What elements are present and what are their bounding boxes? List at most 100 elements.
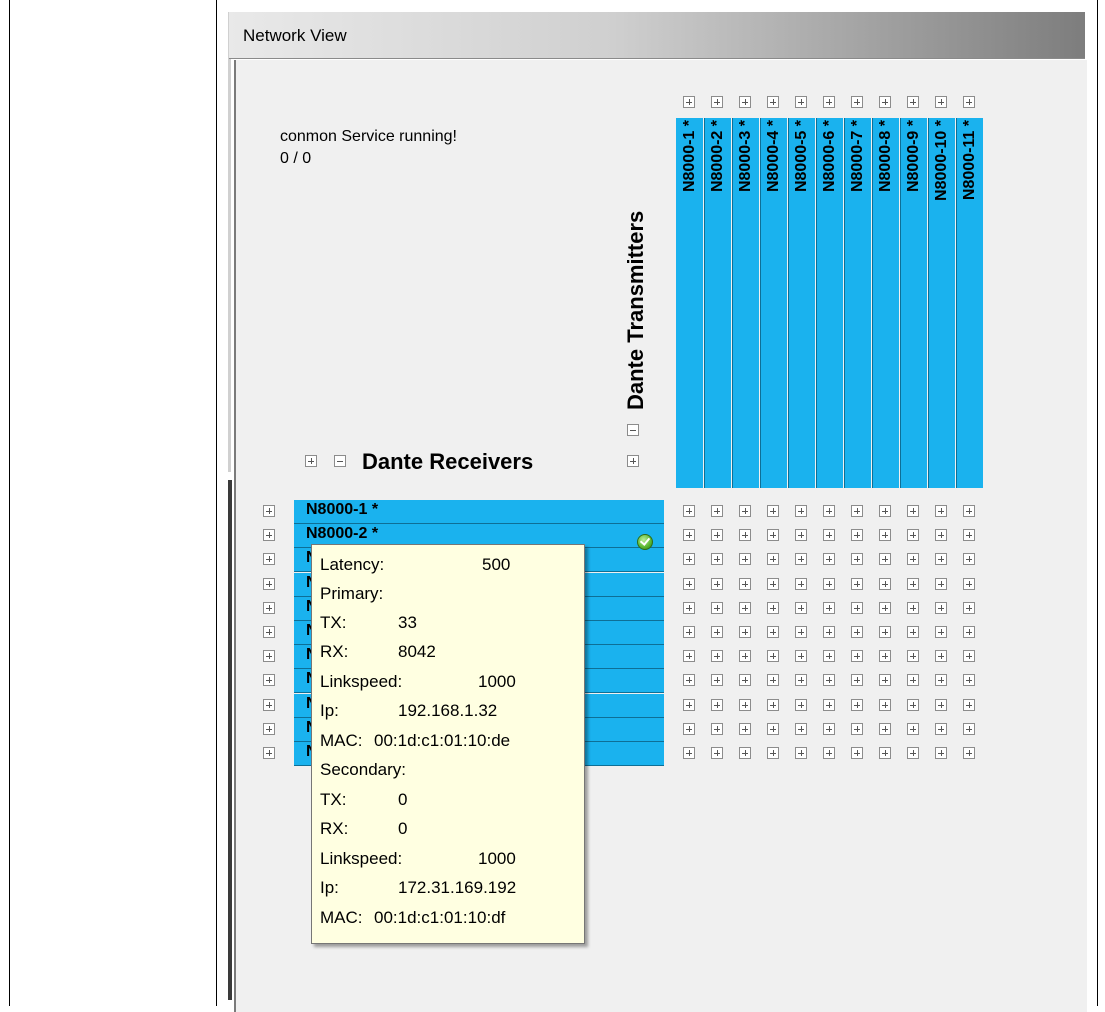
crosspoint-cell[interactable] <box>683 699 695 711</box>
crosspoint-cell[interactable] <box>795 578 807 590</box>
crosspoint-cell[interactable] <box>907 578 919 590</box>
crosspoint-cell[interactable] <box>935 699 947 711</box>
crosspoint-cell[interactable] <box>767 553 779 565</box>
tx-expand-icon[interactable] <box>879 96 891 108</box>
crosspoint-cell[interactable] <box>935 626 947 638</box>
crosspoint-cell[interactable] <box>879 723 891 735</box>
crosspoint-cell[interactable] <box>739 553 751 565</box>
crosspoint-cell[interactable] <box>851 505 863 517</box>
crosspoint-cell[interactable] <box>823 578 835 590</box>
crosspoint-cell[interactable] <box>711 505 723 517</box>
rx-expand-icon[interactable] <box>263 553 275 565</box>
crosspoint-cell[interactable] <box>907 626 919 638</box>
crosspoint-cell[interactable] <box>963 674 975 686</box>
crosspoint-cell[interactable] <box>907 602 919 614</box>
crosspoint-cell[interactable] <box>851 578 863 590</box>
crosspoint-cell[interactable] <box>907 650 919 662</box>
transmitter-column[interactable]: N8000-8 * <box>872 118 899 488</box>
crosspoint-cell[interactable] <box>683 650 695 662</box>
crosspoint-cell[interactable] <box>683 626 695 638</box>
tx-expand-icon[interactable] <box>739 96 751 108</box>
crosspoint-cell[interactable] <box>795 553 807 565</box>
crosspoint-cell[interactable] <box>795 674 807 686</box>
crosspoint-cell[interactable] <box>767 602 779 614</box>
crosspoint-cell[interactable] <box>963 723 975 735</box>
title-bar[interactable]: Network View <box>229 12 1085 59</box>
rx-expand-icon[interactable] <box>263 578 275 590</box>
crosspoint-cell[interactable] <box>879 699 891 711</box>
crosspoint-cell[interactable] <box>851 674 863 686</box>
crosspoint-cell[interactable] <box>963 578 975 590</box>
tx-expand-icon[interactable] <box>683 96 695 108</box>
crosspoint-cell[interactable] <box>767 723 779 735</box>
crosspoint-cell[interactable] <box>935 578 947 590</box>
crosspoint-cell[interactable] <box>767 505 779 517</box>
crosspoint-cell[interactable] <box>851 626 863 638</box>
receiver-row[interactable]: N8000-1 * <box>294 500 664 524</box>
crosspoint-cell[interactable] <box>907 674 919 686</box>
crosspoint-cell[interactable] <box>795 626 807 638</box>
crosspoint-cell[interactable] <box>823 747 835 759</box>
crosspoint-cell[interactable] <box>767 674 779 686</box>
receivers-collapse-icon[interactable] <box>334 455 346 467</box>
transmitter-column[interactable]: N8000-10 * <box>928 118 955 488</box>
crosspoint-cell[interactable] <box>963 747 975 759</box>
crosspoint-cell[interactable] <box>879 747 891 759</box>
crosspoint-cell[interactable] <box>907 505 919 517</box>
crosspoint-cell[interactable] <box>711 674 723 686</box>
crosspoint-cell[interactable] <box>795 602 807 614</box>
transmitter-column[interactable]: N8000-5 * <box>788 118 815 488</box>
crosspoint-cell[interactable] <box>935 650 947 662</box>
tx-expand-icon[interactable] <box>767 96 779 108</box>
tx-expand-icon[interactable] <box>935 96 947 108</box>
rx-expand-icon[interactable] <box>263 699 275 711</box>
crosspoint-cell[interactable] <box>823 529 835 541</box>
rx-expand-icon[interactable] <box>263 674 275 686</box>
crosspoint-cell[interactable] <box>683 723 695 735</box>
crosspoint-cell[interactable] <box>739 699 751 711</box>
crosspoint-cell[interactable] <box>851 723 863 735</box>
crosspoint-cell[interactable] <box>795 723 807 735</box>
transmitter-column[interactable]: N8000-7 * <box>844 118 871 488</box>
tx-expand-icon[interactable] <box>795 96 807 108</box>
crosspoint-cell[interactable] <box>711 626 723 638</box>
crosspoint-cell[interactable] <box>739 747 751 759</box>
crosspoint-cell[interactable] <box>935 529 947 541</box>
crosspoint-cell[interactable] <box>711 529 723 541</box>
tx-expand-icon[interactable] <box>711 96 723 108</box>
crosspoint-cell[interactable] <box>823 602 835 614</box>
crosspoint-cell[interactable] <box>879 529 891 541</box>
crosspoint-cell[interactable] <box>935 747 947 759</box>
crosspoint-cell[interactable] <box>683 578 695 590</box>
crosspoint-cell[interactable] <box>963 553 975 565</box>
crosspoint-cell[interactable] <box>795 505 807 517</box>
crosspoint-cell[interactable] <box>795 747 807 759</box>
crosspoint-cell[interactable] <box>879 602 891 614</box>
crosspoint-cell[interactable] <box>739 650 751 662</box>
crosspoint-cell[interactable] <box>851 699 863 711</box>
crosspoint-cell[interactable] <box>935 602 947 614</box>
crosspoint-cell[interactable] <box>879 674 891 686</box>
crosspoint-cell[interactable] <box>935 553 947 565</box>
rx-expand-icon[interactable] <box>263 505 275 517</box>
transmitter-column[interactable]: N8000-3 * <box>732 118 759 488</box>
crosspoint-cell[interactable] <box>963 699 975 711</box>
crosspoint-cell[interactable] <box>795 529 807 541</box>
crosspoint-cell[interactable] <box>767 699 779 711</box>
crosspoint-cell[interactable] <box>739 674 751 686</box>
tx-expand-icon[interactable] <box>963 96 975 108</box>
rx-expand-icon[interactable] <box>263 529 275 541</box>
crosspoint-cell[interactable] <box>711 747 723 759</box>
transmitters-collapse-icon[interactable] <box>627 424 639 436</box>
rx-expand-icon[interactable] <box>263 602 275 614</box>
crosspoint-cell[interactable] <box>795 650 807 662</box>
rx-expand-icon[interactable] <box>263 747 275 759</box>
crosspoint-cell[interactable] <box>963 626 975 638</box>
crosspoint-cell[interactable] <box>767 747 779 759</box>
crosspoint-cell[interactable] <box>879 578 891 590</box>
crosspoint-cell[interactable] <box>907 553 919 565</box>
crosspoint-cell[interactable] <box>851 553 863 565</box>
crosspoint-cell[interactable] <box>823 674 835 686</box>
transmitter-column[interactable]: N8000-4 * <box>760 118 787 488</box>
receivers-expand-icon[interactable] <box>305 455 317 467</box>
